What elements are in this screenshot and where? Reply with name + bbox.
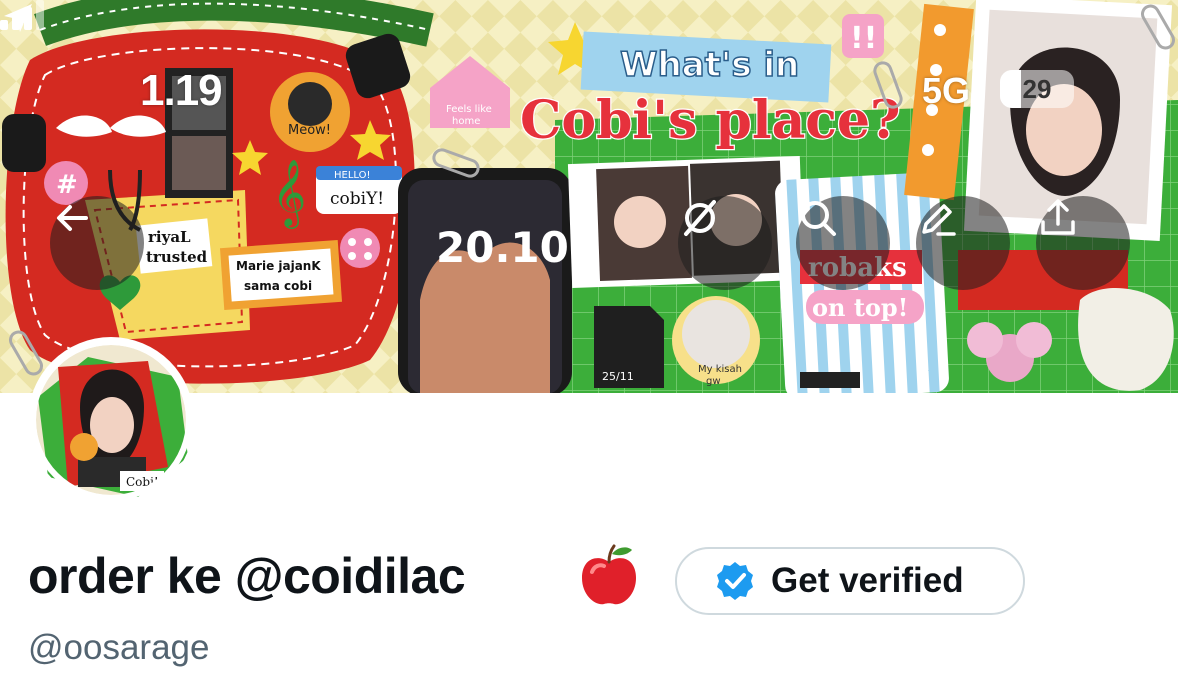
- sticker-hello-text: HELLO!: [334, 170, 371, 181]
- avatar-image: Cobi!: [30, 339, 192, 501]
- edit-button[interactable]: [916, 196, 1010, 290]
- sticker-marie-text: Marie jajanK: [236, 259, 321, 273]
- signal-strength-icon: [0, 0, 44, 30]
- apple-emoji: [582, 544, 636, 605]
- banner-title-line2: Cobi's place?: [520, 90, 901, 151]
- share-button[interactable]: [1036, 196, 1130, 290]
- sdcard-date: 25/11: [602, 370, 634, 383]
- sticker-kisah: My kisah: [698, 364, 742, 375]
- sticker-feels-2: home: [452, 116, 480, 127]
- phone-lockscreen-time: 20.10: [436, 223, 569, 272]
- battery-icon: 29: [1000, 70, 1074, 108]
- share-upload-icon: [1041, 199, 1075, 235]
- profile-handle: @oosarage: [28, 628, 210, 667]
- svg-text:!!: !!: [850, 21, 877, 56]
- sticker-sama-text: sama cobi: [244, 279, 312, 293]
- sticker-feels-1: Feels like: [446, 104, 492, 115]
- sticker-riyal-text: riyaL: [148, 228, 191, 246]
- battery-level: 29: [1022, 74, 1052, 104]
- svg-text:𝄞: 𝄞: [272, 158, 306, 229]
- grok-slash-icon: [684, 200, 716, 236]
- pencil-icon: [922, 204, 956, 236]
- sticker-gw: gw: [706, 376, 721, 387]
- back-arrow-icon: [57, 205, 88, 231]
- sticker-name-text: cobiY!: [330, 189, 384, 209]
- profile-banner[interactable]: Meow! HELLO! cobiY! riyaL trusted Marie …: [0, 0, 1178, 393]
- back-button[interactable]: [50, 196, 144, 290]
- sticker-ontop: on top!: [812, 293, 908, 322]
- grok-button[interactable]: [678, 196, 772, 290]
- banner-title-line1: What's in: [620, 45, 799, 85]
- verified-badge-icon: [717, 562, 753, 600]
- status-time: 1.19: [140, 66, 223, 115]
- network-type: 5G: [922, 70, 971, 111]
- get-verified-label: Get verified: [771, 561, 964, 600]
- get-verified-button[interactable]: Get verified: [675, 547, 1025, 615]
- sticker-meow-text: Meow!: [288, 123, 331, 138]
- search-button[interactable]: [796, 196, 890, 290]
- search-icon: [801, 201, 836, 236]
- banner-artwork: Meow! HELLO! cobiY! riyaL trusted Marie …: [0, 0, 1178, 393]
- profile-display-name: order ke @coidilac: [28, 548, 466, 604]
- sticker-trusted-text: trusted: [146, 248, 208, 266]
- profile-avatar[interactable]: Cobi!: [28, 337, 194, 503]
